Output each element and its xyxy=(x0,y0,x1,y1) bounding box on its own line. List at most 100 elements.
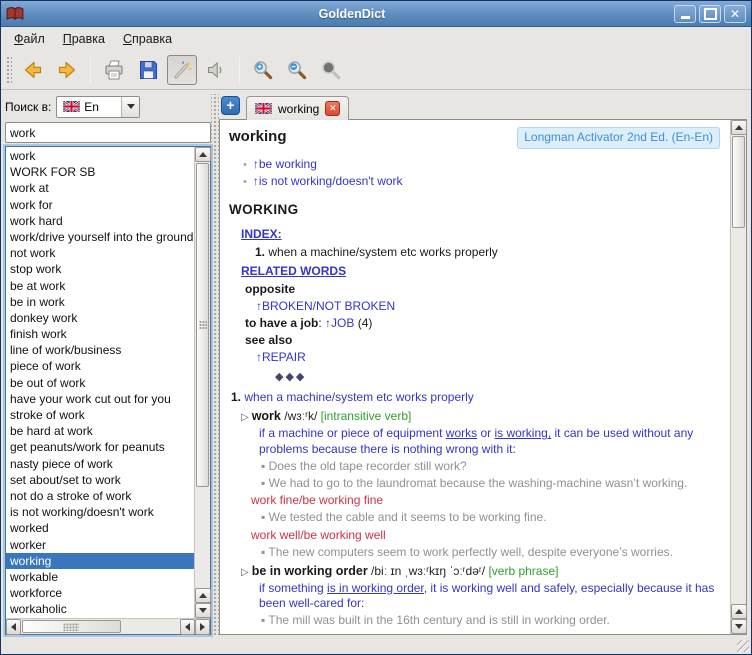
scroll-right-icon[interactable] xyxy=(195,619,210,635)
list-item[interactable]: stroke of work xyxy=(6,407,194,423)
list-item[interactable]: is not working/doesn't work xyxy=(6,504,194,520)
print-button[interactable] xyxy=(99,55,129,85)
menu-file[interactable]: Файл xyxy=(7,29,52,49)
index-link[interactable]: INDEX: xyxy=(241,227,282,241)
list-item[interactable]: work at xyxy=(6,180,194,196)
menu-edit[interactable]: Правка xyxy=(56,29,112,49)
list-item[interactable]: worker xyxy=(6,537,194,553)
pane-splitter[interactable] xyxy=(211,94,219,635)
entry-marker-icon: ▷ xyxy=(241,567,249,578)
word-list: workWORK FOR SBwork atwork forwork hardw… xyxy=(6,147,194,618)
add-tab-button[interactable]: + xyxy=(221,96,240,115)
list-item[interactable]: work for xyxy=(6,197,194,213)
word-list-hscrollbar[interactable] xyxy=(6,618,210,634)
uk-flag-icon xyxy=(63,101,80,112)
list-item[interactable]: get peanuts/work for peanuts xyxy=(6,439,194,455)
list-item[interactable]: have your work cut out for you xyxy=(6,391,194,407)
job-link[interactable]: ↑JOB xyxy=(325,316,354,330)
top-link[interactable]: ↑be working xyxy=(253,157,317,171)
toolbar-drag-handle[interactable] xyxy=(5,55,12,85)
list-item[interactable]: donkey work xyxy=(6,310,194,326)
list-item[interactable]: work hard xyxy=(6,213,194,229)
article-content[interactable]: working Longman Activator 2nd Ed. (En-En… xyxy=(220,120,730,634)
scroll-up-icon[interactable] xyxy=(731,604,747,619)
uk-flag-icon xyxy=(255,103,272,114)
list-item[interactable]: set about/set to work xyxy=(6,472,194,488)
list-item[interactable]: not do a stroke of work xyxy=(6,488,194,504)
hscroll-thumb[interactable] xyxy=(22,620,121,633)
bullet-icon: • xyxy=(243,176,247,188)
list-item[interactable]: be at work xyxy=(6,278,194,294)
list-item[interactable]: workforce xyxy=(6,585,194,601)
word-list-vscrollbar[interactable] xyxy=(194,147,210,618)
close-tab-button[interactable]: ✕ xyxy=(325,101,340,116)
tab-bar: + working ✕ xyxy=(219,94,747,119)
print-icon xyxy=(102,58,126,82)
dictionary-badge[interactable]: Longman Activator 2nd Ed. (En-En) xyxy=(517,127,720,149)
list-item[interactable]: be out of work xyxy=(6,375,194,391)
scan-popup-wand-button[interactable] xyxy=(167,55,197,85)
save-button[interactable] xyxy=(133,55,163,85)
list-item[interactable]: workable xyxy=(6,569,194,585)
minimize-button[interactable] xyxy=(674,5,696,23)
opposite-link[interactable]: ↑BROKEN/NOT BROKEN xyxy=(256,299,395,313)
scroll-up-icon[interactable] xyxy=(195,147,211,162)
def-link[interactable]: is working, xyxy=(494,426,551,440)
pronounce-sound-button[interactable] xyxy=(201,55,231,85)
list-item[interactable]: piece of work xyxy=(6,358,194,374)
back-icon xyxy=(21,58,45,82)
scroll-up-icon[interactable] xyxy=(731,120,747,135)
list-item[interactable]: workaholic xyxy=(6,601,194,617)
entry-title: WORKING xyxy=(229,201,720,219)
title-bar[interactable]: GoldenDict xyxy=(1,1,751,27)
list-item[interactable]: finish work xyxy=(6,326,194,342)
forward-button[interactable] xyxy=(52,55,82,85)
search-input[interactable] xyxy=(5,122,211,143)
def-link[interactable]: works xyxy=(446,426,477,440)
zoom-in-button[interactable] xyxy=(248,55,278,85)
scroll-up-icon[interactable] xyxy=(195,588,211,603)
list-item[interactable]: nasty piece of work xyxy=(6,456,194,472)
resize-grip-icon[interactable] xyxy=(737,640,749,652)
dictionary-group-select[interactable]: En xyxy=(56,96,140,118)
scroll-down-icon[interactable] xyxy=(195,603,211,618)
tab-working[interactable]: working ✕ xyxy=(246,96,349,120)
word-list-box: workWORK FOR SBwork atwork forwork hardw… xyxy=(5,146,211,635)
scroll-left-icon[interactable] xyxy=(180,619,195,635)
scroll-down-icon[interactable] xyxy=(731,619,747,634)
menu-help[interactable]: Справка xyxy=(116,29,179,49)
zoom-in-icon xyxy=(251,58,275,82)
goldendict-window: GoldenDict Файл Правка Справка xyxy=(0,0,752,655)
def-link[interactable]: is in working order, xyxy=(327,581,427,595)
list-item[interactable]: line of work/business xyxy=(6,342,194,358)
app-book-icon xyxy=(6,6,24,22)
sense-title-link[interactable]: when a machine/system etc works properly xyxy=(244,390,473,404)
vscroll-thumb[interactable] xyxy=(732,136,745,228)
list-item[interactable]: work xyxy=(6,148,194,164)
list-item[interactable]: working xyxy=(6,553,194,569)
close-button[interactable] xyxy=(724,5,746,23)
vscroll-thumb[interactable] xyxy=(196,163,209,487)
example: ▪ The new computers seem to work perfect… xyxy=(261,545,720,561)
list-item[interactable]: not work xyxy=(6,245,194,261)
scroll-left-icon[interactable] xyxy=(6,619,21,635)
list-item[interactable]: stop work xyxy=(6,261,194,277)
phonetic: /wɜːʳk/ xyxy=(284,409,317,423)
repair-link[interactable]: ↑REPAIR xyxy=(256,350,306,364)
zoom-reset-button[interactable] xyxy=(316,55,346,85)
list-item[interactable]: be hard at work xyxy=(6,423,194,439)
list-item[interactable]: be in work xyxy=(6,294,194,310)
list-item[interactable]: work/drive yourself into the ground xyxy=(6,229,194,245)
list-item[interactable]: WORK FOR SB xyxy=(6,164,194,180)
top-link[interactable]: ↑is not working/doesn't work xyxy=(253,174,403,188)
related-words-link[interactable]: RELATED WORDS xyxy=(241,264,346,278)
maximize-button[interactable] xyxy=(699,5,721,23)
list-item[interactable]: worked xyxy=(6,520,194,536)
back-button[interactable] xyxy=(18,55,48,85)
article-vscrollbar[interactable] xyxy=(730,120,746,634)
have-a-job-label: to have a job xyxy=(245,316,318,330)
zoom-out-button[interactable] xyxy=(282,55,312,85)
sound-icon xyxy=(204,58,228,82)
combo-dropdown-arrow-icon[interactable] xyxy=(121,97,139,117)
phrase: work fine/be working fine xyxy=(251,493,720,509)
